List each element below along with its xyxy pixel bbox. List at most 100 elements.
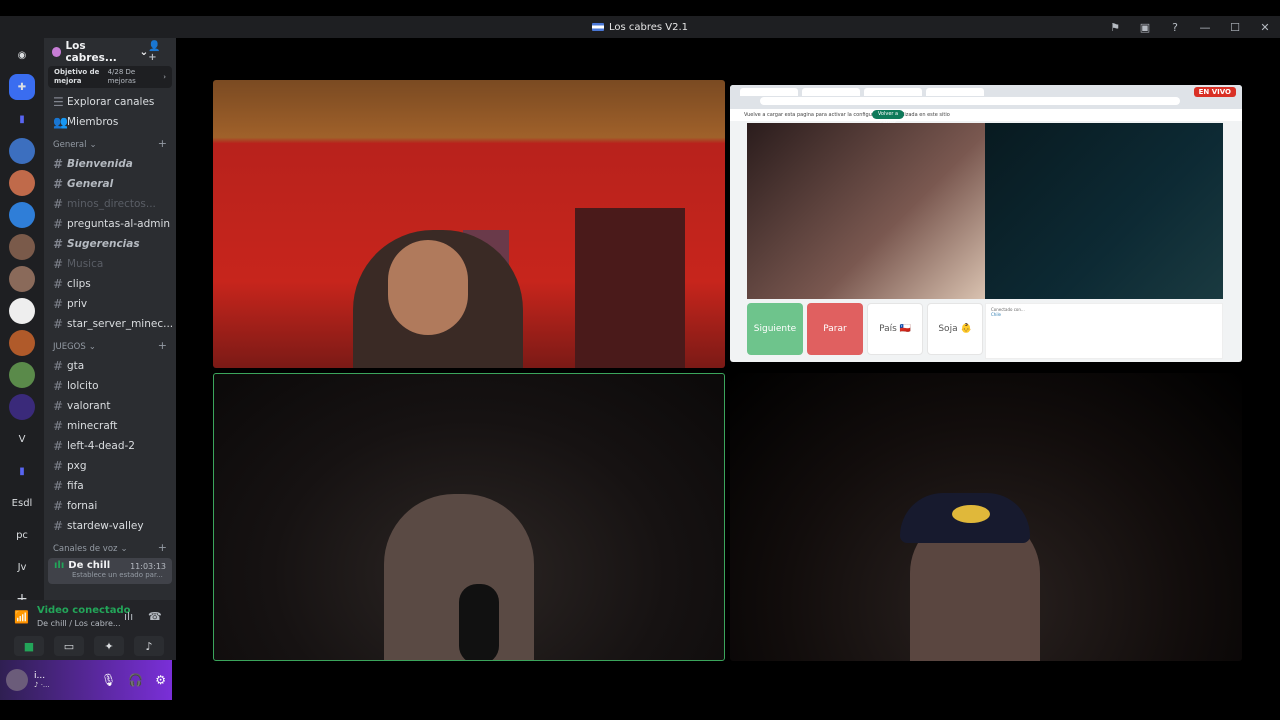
channel-6[interactable]: # clips xyxy=(44,274,176,294)
explore-channels[interactable]: ☰ Explorar canales xyxy=(44,92,176,112)
channel-valorant[interactable]: # valorant xyxy=(44,396,176,416)
channel-minecraft[interactable]: # minecraft xyxy=(44,416,176,436)
self-video xyxy=(985,123,1223,299)
avatar[interactable] xyxy=(6,669,28,691)
soundboard-button[interactable]: ♪ xyxy=(134,636,164,656)
flag-icon[interactable]: ⚑ xyxy=(1100,21,1130,34)
channel-pxg[interactable]: # pxg xyxy=(44,456,176,476)
background-door xyxy=(575,208,685,368)
hash-icon: # xyxy=(53,399,64,413)
server-icon-7[interactable] xyxy=(9,298,35,324)
channel-name: priv xyxy=(67,298,88,310)
category-juegos[interactable]: JUEGOS ⌄ + xyxy=(44,334,176,356)
close-button[interactable]: ✕ xyxy=(1250,21,1280,34)
camera-button[interactable]: ■ xyxy=(14,636,44,656)
channel-2[interactable]: # minos_directos... xyxy=(44,194,176,214)
country-button[interactable]: País 🇨🇱 xyxy=(867,303,923,355)
reload-button[interactable]: Volver a cargar xyxy=(872,110,904,126)
category-general[interactable]: General ⌄ + xyxy=(44,132,176,154)
hash-icon: # xyxy=(53,439,64,453)
browser-tab[interactable] xyxy=(864,88,922,96)
members-link[interactable]: 👥 Miembros xyxy=(44,112,176,132)
server-esdl[interactable]: Esdl xyxy=(9,490,35,516)
user-info[interactable]: i... ♪ ·... xyxy=(34,671,86,689)
channel-fifa[interactable]: # fifa xyxy=(44,476,176,496)
title-bar-controls: ⚑ ▣ ? — ☐ ✕ xyxy=(1100,16,1280,38)
channel-7[interactable]: # priv xyxy=(44,294,176,314)
browser-tab[interactable] xyxy=(740,88,798,96)
minimize-button[interactable]: — xyxy=(1190,21,1220,34)
server-pc[interactable]: pc xyxy=(9,522,35,548)
screen-share-button[interactable]: ▭ xyxy=(54,636,84,656)
channel-5[interactable]: # Musica xyxy=(44,254,176,274)
folder-icon[interactable]: ▮ xyxy=(9,106,35,132)
video-tile-user-2-speaking[interactable] xyxy=(213,373,725,661)
channel-left-4-dead-2[interactable]: # left-4-dead-2 xyxy=(44,436,176,456)
channel-name: valorant xyxy=(67,400,111,412)
next-button[interactable]: Siguiente xyxy=(747,303,803,355)
channel-name: minecraft xyxy=(67,420,118,432)
discord-home-icon[interactable]: ◉ xyxy=(9,42,35,68)
noise-suppression-icon[interactable]: ılı xyxy=(124,610,133,623)
server-icon-2[interactable] xyxy=(9,138,35,164)
server-name: Los cabres... xyxy=(65,40,117,64)
server-icon-8[interactable] xyxy=(9,330,35,356)
hash-icon: # xyxy=(53,217,64,231)
channel-name: stardew-valley xyxy=(67,520,144,532)
video-tile-user-1[interactable] xyxy=(213,80,725,368)
folder-icon-2[interactable]: ▮ xyxy=(9,458,35,484)
settings-gear-icon[interactable]: ⚙ xyxy=(155,673,166,687)
server-jv[interactable]: Jv xyxy=(9,554,35,580)
server-v[interactable]: V xyxy=(9,426,35,452)
channel-stardew-valley[interactable]: # stardew-valley xyxy=(44,516,176,536)
browser-tab[interactable] xyxy=(926,88,984,96)
channel-3[interactable]: # preguntas-al-admin xyxy=(44,214,176,234)
add-channel-icon[interactable]: + xyxy=(158,541,167,554)
video-tile-user-3[interactable] xyxy=(730,373,1242,661)
voice-channel-de-chill[interactable]: ılı De chill 11:03:13 Establece un estado… xyxy=(48,558,172,584)
browser-tab[interactable] xyxy=(802,88,860,96)
channel-0[interactable]: # Bienvenida xyxy=(44,154,176,174)
chat-box[interactable]: Conectado con... Chile xyxy=(985,303,1223,359)
server-icon-3[interactable] xyxy=(9,170,35,196)
invite-icon[interactable]: 👤+ xyxy=(148,41,168,63)
address-bar[interactable] xyxy=(760,97,1180,105)
server-icon-1[interactable]: ✚ xyxy=(9,74,35,100)
boost-goal[interactable]: Objetivo de mejora 4/28 De mejoras › xyxy=(48,66,172,88)
general-channels: # Bienvenida # General # minos_directos... # pr… xyxy=(44,154,176,334)
category-label: JUEGOS xyxy=(53,342,86,352)
help-icon[interactable]: ? xyxy=(1160,21,1190,34)
voice-channel-status[interactable]: Establece un estado par... xyxy=(54,571,166,579)
gender-button[interactable]: Soja 👶 xyxy=(927,303,983,355)
channel-name: gta xyxy=(67,360,85,372)
stop-button[interactable]: Parar xyxy=(807,303,863,355)
server-icon-5[interactable] xyxy=(9,234,35,260)
server-icon-9[interactable] xyxy=(9,362,35,388)
explore-label: Explorar canales xyxy=(67,96,155,108)
add-channel-icon[interactable]: + xyxy=(158,137,167,150)
maximize-button[interactable]: ☐ xyxy=(1220,21,1250,34)
disconnect-icon[interactable]: ☎ xyxy=(148,610,162,623)
server-header[interactable]: Los cabres... ⌄ 👤+ xyxy=(44,38,176,66)
activities-button[interactable]: ✦ xyxy=(94,636,124,656)
channel-fornai[interactable]: # fornai xyxy=(44,496,176,516)
hash-icon: # xyxy=(53,419,64,433)
server-icon-4[interactable] xyxy=(9,202,35,228)
channel-1[interactable]: # General xyxy=(44,174,176,194)
category-voice[interactable]: Canales de voz ⌄ + xyxy=(44,536,176,558)
channel-lolcito[interactable]: # lolcito xyxy=(44,376,176,396)
microphone-icon[interactable]: 🎙 xyxy=(101,673,116,687)
channel-4[interactable]: # Sugerencias xyxy=(44,234,176,254)
channel-8[interactable]: # star_server_minec... xyxy=(44,314,176,334)
discord-window: Los cabres V2.1 ⚑ ▣ ? — ☐ ✕ ◉ ✚ ▮ V ▮ Es… xyxy=(0,0,1280,720)
headphones-icon[interactable]: 🎧 xyxy=(128,673,143,687)
server-icon-6[interactable] xyxy=(9,266,35,292)
inbox-icon[interactable]: ▣ xyxy=(1130,21,1160,34)
signal-icon[interactable]: 📶 xyxy=(14,610,29,624)
add-channel-icon[interactable]: + xyxy=(158,339,167,352)
hash-icon: # xyxy=(53,459,64,473)
server-icon-10[interactable] xyxy=(9,394,35,420)
voice-location[interactable]: De chill / Los cabre... xyxy=(37,619,121,628)
stream-tile-screen-share[interactable]: EN VIVO Vuelve a cargar esta pagina para… xyxy=(730,85,1242,362)
channel-gta[interactable]: # gta xyxy=(44,356,176,376)
